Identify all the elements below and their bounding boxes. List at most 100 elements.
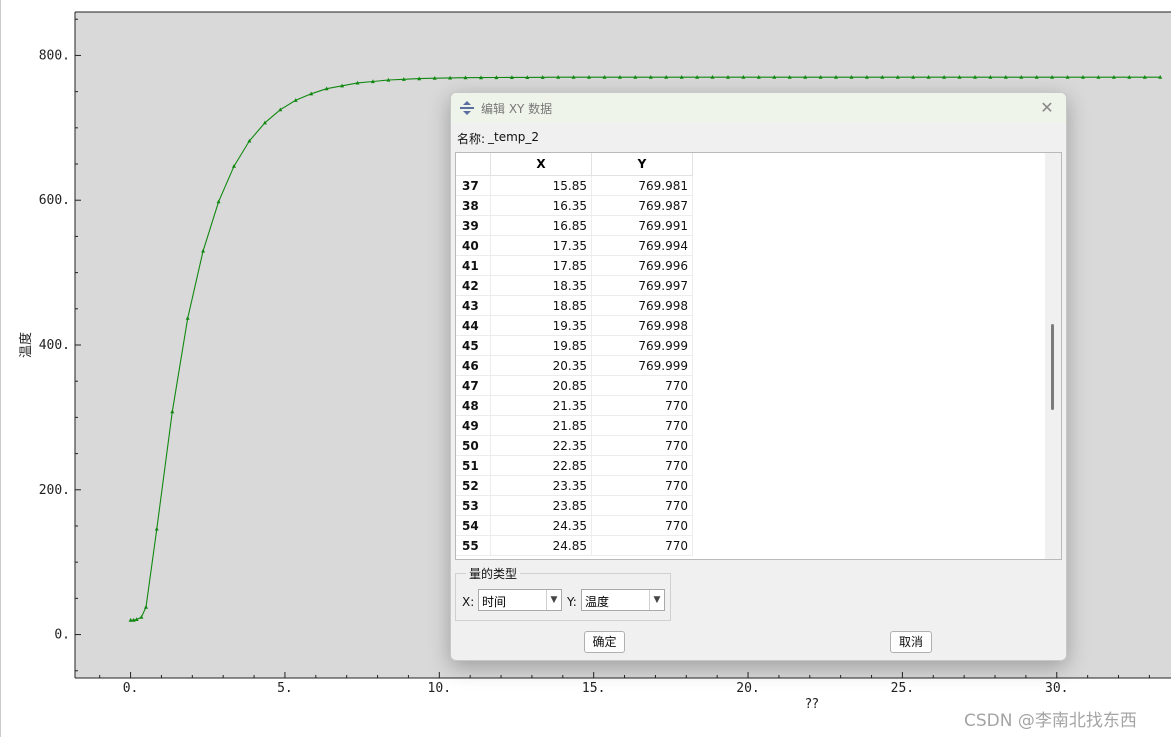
- table-row[interactable]: 37 15.85 769.981: [456, 175, 693, 196]
- cell-x[interactable]: 18.35: [490, 275, 592, 296]
- quantity-type-legend: 量的类型: [466, 565, 521, 582]
- row-number: 47: [456, 375, 491, 396]
- x-axis-title: ??: [805, 697, 819, 712]
- table-row[interactable]: 46 20.35 769.999: [456, 355, 693, 376]
- row-number: 40: [456, 235, 491, 256]
- table-row[interactable]: 40 17.35 769.994: [456, 235, 693, 256]
- cell-y[interactable]: 769.997: [591, 275, 693, 296]
- row-number: 37: [456, 175, 491, 196]
- cell-x[interactable]: 19.35: [490, 315, 592, 336]
- cell-x[interactable]: 18.85: [490, 295, 592, 316]
- column-header-x[interactable]: X: [490, 153, 592, 176]
- xy-data-table: X Y 37 15.85 769.981 38 16.35 769.987 39 16.85 7…: [456, 153, 693, 556]
- cell-y[interactable]: 769.998: [591, 315, 693, 336]
- y-tick-label: 200.: [39, 483, 70, 498]
- row-number: 55: [456, 535, 491, 556]
- cell-y[interactable]: 770: [591, 395, 693, 416]
- table-row[interactable]: 43 18.85 769.998: [456, 295, 693, 316]
- cell-x[interactable]: 23.35: [490, 475, 592, 496]
- cell-x[interactable]: 23.85: [490, 495, 592, 516]
- cell-y[interactable]: 769.981: [591, 175, 693, 196]
- row-number: 48: [456, 395, 491, 416]
- cell-x[interactable]: 16.35: [490, 195, 592, 216]
- x-tick-label: 5.: [277, 681, 293, 696]
- table-row[interactable]: 39 16.85 769.991: [456, 215, 693, 236]
- y-type-select[interactable]: 温度 ▼: [581, 589, 665, 611]
- scrollbar-thumb[interactable]: [1051, 324, 1054, 410]
- cell-x[interactable]: 21.35: [490, 395, 592, 416]
- table-row[interactable]: 49 21.85 770: [456, 415, 693, 436]
- y-tick-label: 800.: [39, 48, 70, 63]
- table-row[interactable]: 50 22.35 770: [456, 435, 693, 456]
- row-number: 45: [456, 335, 491, 356]
- cell-x[interactable]: 19.85: [490, 335, 592, 356]
- name-value: _temp_2: [488, 130, 540, 144]
- cell-y[interactable]: 769.999: [591, 335, 693, 356]
- cell-x[interactable]: 16.85: [490, 215, 592, 236]
- cell-y[interactable]: 770: [591, 515, 693, 536]
- cell-y[interactable]: 770: [591, 415, 693, 436]
- x-type-select[interactable]: 时间 ▼: [478, 589, 562, 611]
- y-tick-label: 400.: [39, 338, 70, 353]
- cell-x[interactable]: 20.35: [490, 355, 592, 376]
- row-number: 43: [456, 295, 491, 316]
- chevron-down-icon[interactable]: ▼: [546, 590, 561, 610]
- close-icon[interactable]: ✕: [1036, 97, 1058, 119]
- cell-y[interactable]: 769.998: [591, 295, 693, 316]
- cell-y[interactable]: 769.991: [591, 215, 693, 236]
- cell-y[interactable]: 769.987: [591, 195, 693, 216]
- cell-y[interactable]: 769.996: [591, 255, 693, 276]
- cell-x[interactable]: 20.85: [490, 375, 592, 396]
- table-row[interactable]: 47 20.85 770: [456, 375, 693, 396]
- cell-x[interactable]: 22.85: [490, 455, 592, 476]
- y-type-value: 温度: [585, 595, 610, 609]
- chevron-down-icon[interactable]: ▼: [649, 590, 664, 610]
- table-row[interactable]: 55 24.85 770: [456, 535, 693, 556]
- cell-x[interactable]: 15.85: [490, 175, 592, 196]
- row-number: 41: [456, 255, 491, 276]
- row-number: 44: [456, 315, 491, 336]
- vertical-scrollbar[interactable]: [1045, 153, 1061, 559]
- y-tick-label: 600.: [39, 193, 70, 208]
- cell-y[interactable]: 770: [591, 375, 693, 396]
- table-row[interactable]: 45 19.85 769.999: [456, 335, 693, 356]
- row-number: 42: [456, 275, 491, 296]
- cancel-button[interactable]: 取消: [890, 631, 932, 653]
- dialog-titlebar[interactable]: 编辑 XY 数据 ✕: [451, 93, 1066, 123]
- table-row[interactable]: 41 17.85 769.996: [456, 255, 693, 276]
- table-row[interactable]: 38 16.35 769.987: [456, 195, 693, 216]
- x-tick-label: 30.: [1045, 681, 1068, 696]
- row-number: 52: [456, 475, 491, 496]
- cell-y[interactable]: 769.994: [591, 235, 693, 256]
- cell-y[interactable]: 770: [591, 535, 693, 556]
- x-tick-label: 0.: [123, 681, 139, 696]
- table-row[interactable]: 52 23.35 770: [456, 475, 693, 496]
- quantity-type-group: 量的类型 X: 时间 ▼ Y: 温度 ▼: [455, 565, 671, 621]
- cell-y[interactable]: 770: [591, 455, 693, 476]
- edit-xy-data-dialog: 编辑 XY 数据 ✕ 名称: _temp_2 X Y 37 15.85 769.98…: [450, 92, 1067, 661]
- cell-y[interactable]: 770: [591, 495, 693, 516]
- table-row[interactable]: 51 22.85 770: [456, 455, 693, 476]
- table-corner: [456, 153, 491, 176]
- column-header-y[interactable]: Y: [591, 153, 693, 176]
- cell-x[interactable]: 17.35: [490, 235, 592, 256]
- x-type-value: 时间: [482, 595, 507, 609]
- cell-x[interactable]: 24.35: [490, 515, 592, 536]
- table-row[interactable]: 42 18.35 769.997: [456, 275, 693, 296]
- cell-x[interactable]: 22.35: [490, 435, 592, 456]
- y-tick-label: 0.: [54, 628, 70, 643]
- cell-x[interactable]: 21.85: [490, 415, 592, 436]
- table-row[interactable]: 48 21.35 770: [456, 395, 693, 416]
- row-number: 54: [456, 515, 491, 536]
- cell-x[interactable]: 17.85: [490, 255, 592, 276]
- x-tick-label: 15.: [582, 681, 605, 696]
- cell-y[interactable]: 769.999: [591, 355, 693, 376]
- ok-button[interactable]: 确定: [584, 631, 625, 653]
- table-row[interactable]: 53 23.85 770: [456, 495, 693, 516]
- cell-x[interactable]: 24.85: [490, 535, 592, 556]
- row-number: 53: [456, 495, 491, 516]
- cell-y[interactable]: 770: [591, 475, 693, 496]
- table-row[interactable]: 44 19.35 769.998: [456, 315, 693, 336]
- cell-y[interactable]: 770: [591, 435, 693, 456]
- table-row[interactable]: 54 24.35 770: [456, 515, 693, 536]
